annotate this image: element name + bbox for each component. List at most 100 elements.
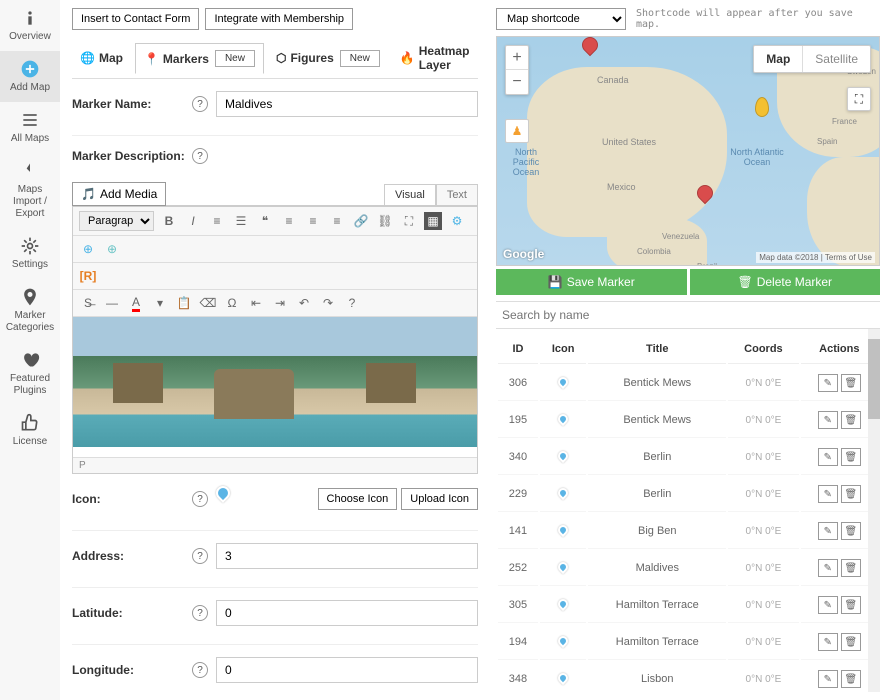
hr-icon[interactable]: — [103,294,121,312]
list-ul-icon[interactable]: ≡ [208,212,226,230]
tab-heatmap[interactable]: 🔥Heatmap Layer [392,38,478,78]
omega-icon[interactable]: Ω [223,294,241,312]
delete-button[interactable]: 🗑 [841,596,861,614]
new-badge[interactable]: New [340,50,380,67]
delete-button[interactable]: 🗑 [841,559,861,577]
help-icon[interactable]: ? [192,148,208,164]
choose-icon-button[interactable]: Choose Icon [318,488,398,510]
plugin-icon-1[interactable]: ⊕ [79,240,97,258]
tab-map[interactable]: 🌐Map [72,45,131,71]
undo-icon[interactable]: ↶ [295,294,313,312]
align-right-icon[interactable]: ≡ [328,212,346,230]
delete-marker-button[interactable]: 🗑Delete Marker [690,269,881,295]
chevron-down-icon[interactable]: ▾ [151,294,169,312]
help-icon[interactable]: ? [192,605,208,621]
add-media-button[interactable]: 🎵Add Media [72,182,166,206]
delete-button[interactable]: 🗑 [841,485,861,503]
sidebar-item-settings[interactable]: Settings [0,228,60,279]
delete-button[interactable]: 🗑 [841,522,861,540]
map[interactable]: Canada United States Mexico North Pacifi… [496,36,880,266]
sidebar-item-all-maps[interactable]: All Maps [0,102,60,153]
strike-icon[interactable]: S̶ [79,294,97,312]
toolbar-toggle-icon[interactable]: ▦ [424,212,442,230]
link-icon[interactable]: 🔗 [352,212,370,230]
extra-icon[interactable]: ⚙ [448,212,466,230]
edit-button[interactable]: ✎ [818,633,838,651]
new-badge[interactable]: New [215,50,255,67]
map-marker-red[interactable] [579,36,602,56]
edit-button[interactable]: ✎ [818,411,838,429]
sidebar-item-license[interactable]: License [0,405,60,456]
scrollbar-thumb[interactable] [868,339,880,419]
text-tab[interactable]: Text [436,184,478,205]
insert-contact-button[interactable]: Insert to Contact Form [72,8,199,30]
indent-icon[interactable]: ⇥ [271,294,289,312]
edit-button[interactable]: ✎ [818,522,838,540]
edit-button[interactable]: ✎ [818,670,838,688]
unlink-icon[interactable]: ⛓ [376,212,394,230]
help-icon[interactable]: ? [343,294,361,312]
paste-icon[interactable]: 📋 [175,294,193,312]
editor-content[interactable] [73,317,477,457]
redo-icon[interactable]: ↷ [319,294,337,312]
save-marker-button[interactable]: 💾Save Marker [496,269,687,295]
tab-markers[interactable]: 📍MarkersNew [135,43,264,74]
italic-icon[interactable]: I [184,212,202,230]
zoom-out-button[interactable]: − [506,70,528,94]
clear-icon[interactable]: ⌫ [199,294,217,312]
edit-button[interactable]: ✎ [818,485,838,503]
r-icon[interactable]: [R] [79,267,97,285]
edit-button[interactable]: ✎ [818,374,838,392]
fullscreen-icon[interactable]: ⛶ [400,212,418,230]
marker-table-scroll[interactable]: ID Icon Title Coords Actions 306 Bentick… [496,329,880,692]
help-icon[interactable]: ? [192,548,208,564]
plugin-icon-2[interactable]: ⊕ [103,240,121,258]
th-title[interactable]: Title [588,335,726,364]
outdent-icon[interactable]: ⇤ [247,294,265,312]
address-input[interactable] [216,543,478,569]
search-input[interactable] [496,301,880,329]
edit-button[interactable]: ✎ [818,596,838,614]
longitude-input[interactable] [216,657,478,683]
align-left-icon[interactable]: ≡ [280,212,298,230]
sidebar-item-marker-categories[interactable]: Marker Categories [0,279,60,342]
map-type-satellite[interactable]: Satellite [803,46,870,72]
delete-button[interactable]: 🗑 [841,448,861,466]
edit-button[interactable]: ✎ [818,559,838,577]
upload-icon-button[interactable]: Upload Icon [401,488,478,510]
sidebar-item-import-export[interactable]: Maps Import / Export [0,153,60,228]
delete-button[interactable]: 🗑 [841,411,861,429]
integrate-membership-button[interactable]: Integrate with Membership [205,8,353,30]
sidebar-item-featured-plugins[interactable]: Featured Plugins [0,342,60,405]
list-ol-icon[interactable]: ☰ [232,212,250,230]
th-icon[interactable]: Icon [540,335,586,364]
th-coords[interactable]: Coords [728,335,798,364]
paragraph-select[interactable]: Paragraph [79,211,154,231]
quote-icon[interactable]: ❝ [256,212,274,230]
pegman-icon[interactable]: ♟ [505,119,529,143]
text-color-icon[interactable]: A [127,294,145,312]
help-icon[interactable]: ? [192,96,208,112]
map-marker-yellow[interactable] [755,97,769,117]
map-type-map[interactable]: Map [754,46,803,72]
edit-button[interactable]: ✎ [818,448,838,466]
fullscreen-button[interactable]: ⛶ [847,87,871,111]
scrollbar[interactable] [868,329,880,692]
sidebar-item-add-map[interactable]: Add Map [0,51,60,102]
sidebar-item-overview[interactable]: Overview [0,0,60,51]
map-attribution[interactable]: Map data ©2018 | Terms of Use [756,252,875,263]
help-icon[interactable]: ? [192,491,208,507]
th-id[interactable]: ID [498,335,538,364]
align-center-icon[interactable]: ≡ [304,212,322,230]
marker-name-input[interactable] [216,91,478,117]
visual-tab[interactable]: Visual [384,184,436,205]
zoom-in-button[interactable]: + [506,46,528,70]
bold-icon[interactable]: B [160,212,178,230]
help-icon[interactable]: ? [192,662,208,678]
delete-button[interactable]: 🗑 [841,374,861,392]
latitude-input[interactable] [216,600,478,626]
tab-figures[interactable]: ⬡FiguresNew [268,44,388,73]
delete-button[interactable]: 🗑 [841,670,861,688]
shortcode-select[interactable]: Map shortcode [496,8,626,30]
delete-button[interactable]: 🗑 [841,633,861,651]
